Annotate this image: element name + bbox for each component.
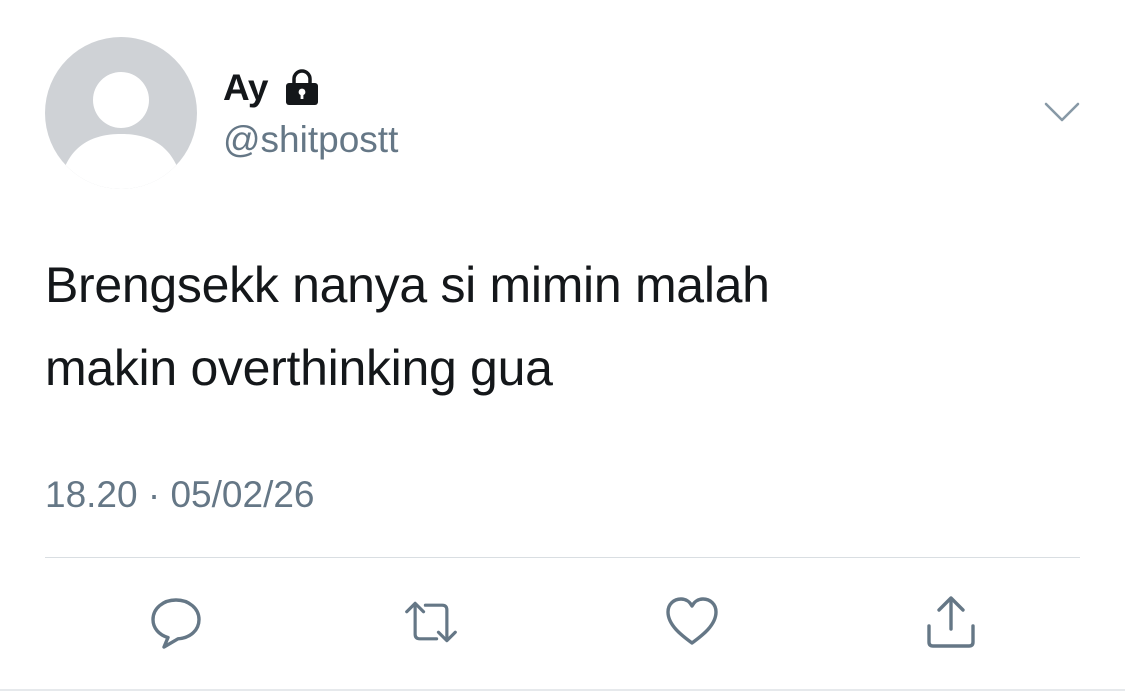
divider	[45, 557, 1080, 558]
chevron-down-icon	[1044, 102, 1080, 122]
tweet-menu-button[interactable]	[1043, 99, 1081, 130]
retweet-button[interactable]	[403, 594, 459, 650]
tweet-time: 18.20	[45, 474, 138, 515]
heart-icon	[666, 597, 718, 645]
tweet-timestamp[interactable]: 18.20 · 05/02/26	[45, 474, 315, 516]
author-name-row: Ay	[223, 64, 322, 112]
tweet-date: 05/02/26	[170, 474, 315, 515]
tweet-text-line: Brengsekk nanya si mimin malah	[45, 257, 770, 313]
retweet-icon	[405, 601, 457, 643]
timestamp-separator: ·	[147, 474, 161, 515]
avatar[interactable]	[45, 37, 197, 189]
display-name[interactable]: Ay	[223, 67, 268, 109]
share-icon	[927, 596, 975, 648]
lock-icon	[282, 67, 322, 112]
comment-icon	[151, 598, 201, 649]
author-handle[interactable]: @shitpostt	[223, 119, 398, 161]
like-button[interactable]	[664, 594, 720, 650]
share-button[interactable]	[923, 594, 979, 650]
tweet-text-line: makin overthinking gua	[45, 340, 553, 396]
tweet-text: Brengsekk nanya si mimin malah makin ove…	[45, 244, 1085, 410]
reply-button[interactable]	[148, 594, 204, 650]
tweet-actions	[0, 594, 1125, 650]
default-avatar-icon	[45, 37, 197, 189]
